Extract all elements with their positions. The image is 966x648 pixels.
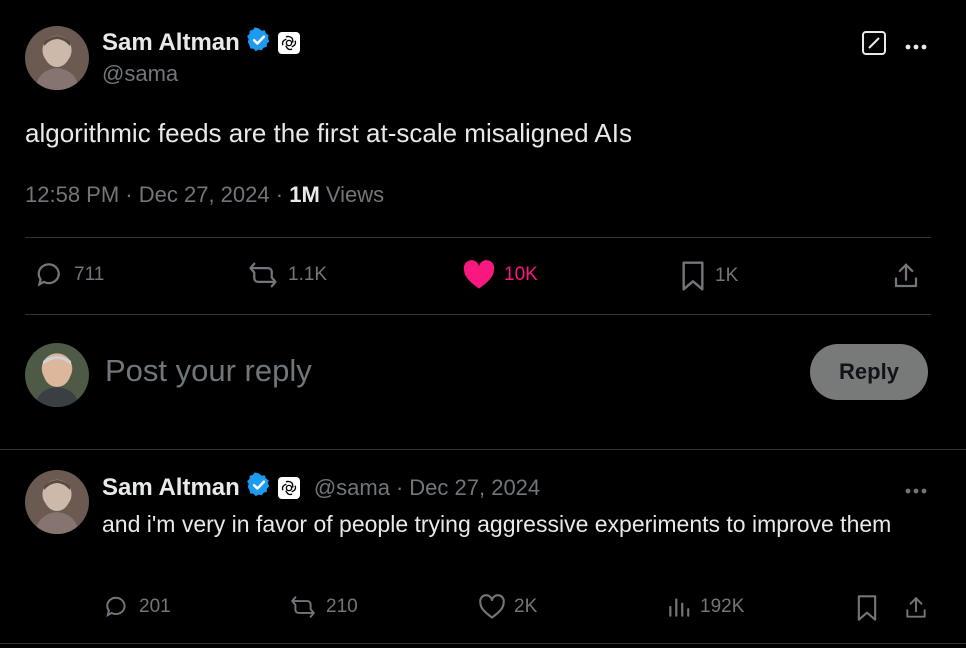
author-handle[interactable]: @sama <box>102 61 178 87</box>
bookmark-action[interactable]: 1K <box>679 260 738 292</box>
meta-separator: · <box>125 182 133 207</box>
reply-button[interactable]: Reply <box>810 344 928 400</box>
reply-count: 711 <box>74 264 105 285</box>
bookmark-count: 1K <box>715 265 739 286</box>
reply-icon <box>34 260 66 290</box>
reply-text: and i'm very in favor of people trying a… <box>102 511 892 537</box>
grok-icon[interactable] <box>861 30 887 61</box>
repost-icon <box>288 594 318 620</box>
more-icon[interactable] <box>904 482 928 500</box>
divider <box>0 643 966 644</box>
verified-badge-icon <box>246 27 272 58</box>
share-icon[interactable] <box>903 594 929 627</box>
repost-action[interactable]: 210 <box>288 594 358 620</box>
reply-author-handle[interactable]: @sama <box>314 475 390 501</box>
reply-author-avatar[interactable] <box>25 470 89 534</box>
views-icon <box>666 594 692 620</box>
tweet-time[interactable]: 12:58 PM <box>25 182 119 207</box>
author-name[interactable]: Sam Altman <box>102 29 240 57</box>
like-count: 2K <box>514 596 538 617</box>
like-icon <box>478 594 506 620</box>
repost-icon <box>246 260 280 290</box>
more-icon[interactable] <box>904 38 928 56</box>
share-icon[interactable] <box>891 260 921 297</box>
reply-action[interactable]: 201 <box>103 594 171 620</box>
meta-separator: · <box>275 182 284 207</box>
repost-count: 210 <box>326 596 358 617</box>
divider <box>25 237 931 238</box>
tweet-date[interactable]: Dec 27, 2024 <box>139 182 270 207</box>
views-count: 192K <box>700 596 745 617</box>
divider <box>0 449 966 450</box>
meta-separator: · <box>395 474 404 500</box>
like-action[interactable]: 2K <box>478 594 537 620</box>
like-action[interactable]: 10K <box>462 260 538 290</box>
like-count: 10K <box>504 264 538 285</box>
reply-action[interactable]: 711 <box>34 260 104 290</box>
reply-date[interactable]: Dec 27, 2024 <box>409 475 540 501</box>
reply-icon <box>103 594 131 620</box>
openai-badge-icon <box>277 476 300 499</box>
tweet-text: algorithmic feeds are the first at-scale… <box>25 118 632 148</box>
author-avatar[interactable] <box>25 26 89 90</box>
views-label: Views <box>325 182 385 207</box>
reply-input[interactable]: Post your reply <box>105 353 312 389</box>
verified-badge-icon <box>246 472 272 503</box>
reply-author-name[interactable]: Sam Altman <box>102 474 240 502</box>
repost-count: 1.1K <box>288 264 328 285</box>
user-avatar[interactable] <box>25 343 89 407</box>
openai-badge-icon <box>277 31 300 54</box>
reply-count: 201 <box>139 596 171 617</box>
author-name-row: Sam Altman <box>102 27 300 58</box>
reply-author-row: Sam Altman @sama · Dec 27, 2024 <box>102 472 540 503</box>
bookmark-icon <box>679 260 707 292</box>
views-action[interactable]: 192K <box>666 594 744 620</box>
tweet-meta: 12:58 PM · Dec 27, 2024 · 1M Views <box>25 182 384 208</box>
views-count: 1M <box>289 182 320 207</box>
divider <box>25 314 931 315</box>
like-icon <box>462 260 496 290</box>
bookmark-icon[interactable] <box>855 594 879 627</box>
repost-action[interactable]: 1.1K <box>246 260 327 290</box>
